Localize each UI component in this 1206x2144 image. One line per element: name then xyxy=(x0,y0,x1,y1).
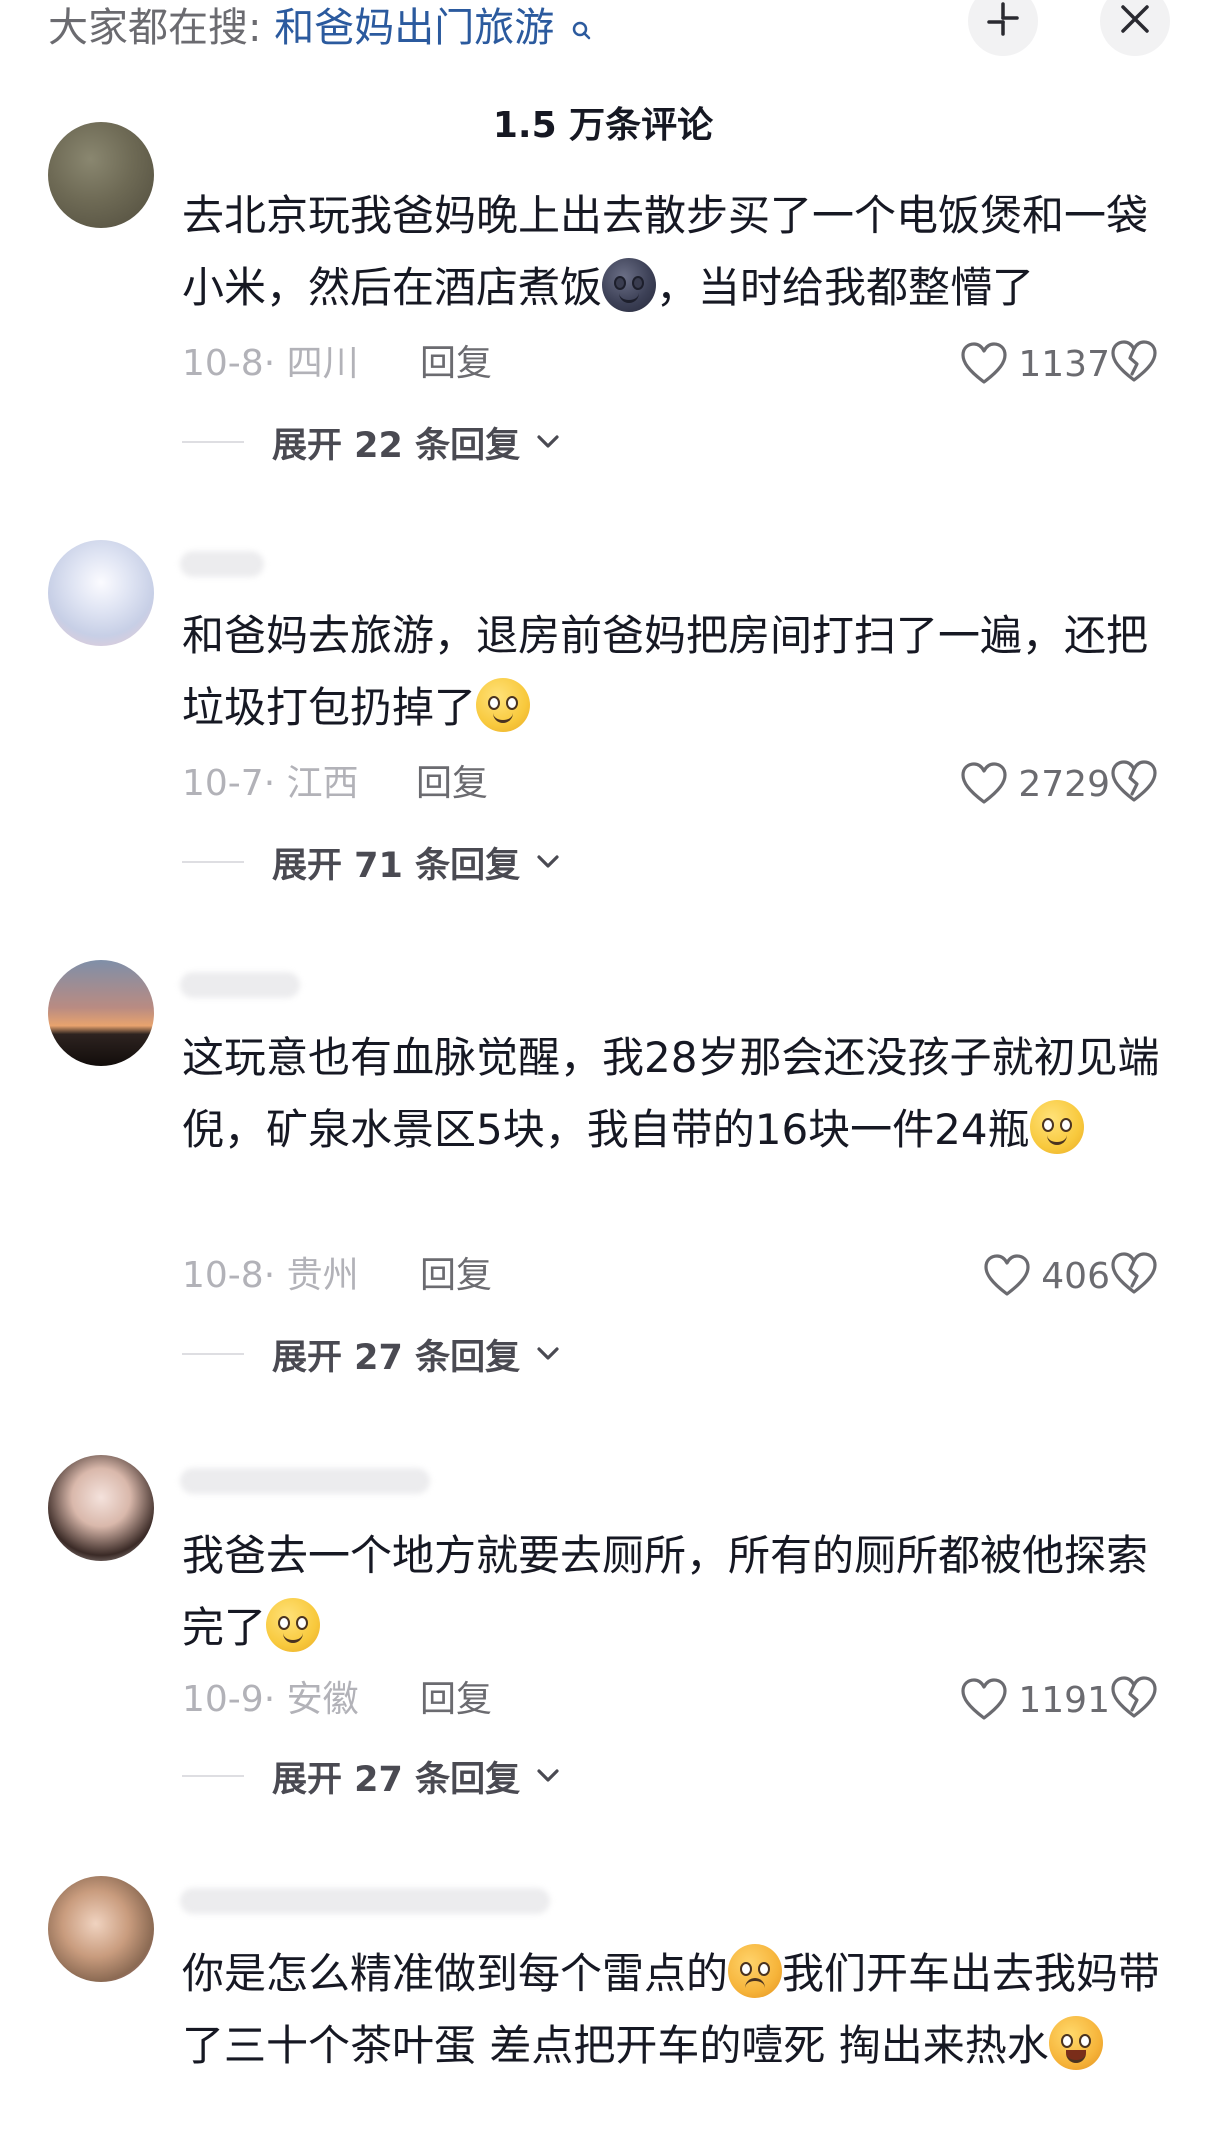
search-suggestion-term[interactable]: 和爸妈出门旅游 xyxy=(274,5,554,51)
like-button[interactable]: 1191 xyxy=(960,1672,1110,1728)
broken-heart-icon xyxy=(1110,1252,1158,1300)
search-suggestion-prefix: 大家都在搜: xyxy=(48,5,262,51)
comment-location: · 安徽 xyxy=(263,1679,359,1720)
avatar[interactable] xyxy=(48,540,154,646)
thinking-face-emoji xyxy=(476,678,531,732)
comment-location: · 贵州 xyxy=(263,1255,359,1296)
expand-divider xyxy=(182,1353,244,1355)
username[interactable] xyxy=(180,972,300,998)
like-button[interactable]: 406 xyxy=(983,1248,1110,1304)
expand-divider xyxy=(182,441,244,443)
expand-replies-label: 展开 71 条回复 xyxy=(272,845,521,886)
dislike-button[interactable] xyxy=(1110,1248,1160,1304)
expand-replies-label: 展开 27 条回复 xyxy=(272,1759,521,1800)
heart-icon xyxy=(960,761,1010,807)
like-count: 1137 xyxy=(1018,343,1110,385)
comment-meta: 10-8· 四川 xyxy=(182,336,359,392)
expand-replies-label: 展开 22 条回复 xyxy=(272,425,521,466)
broken-heart-icon xyxy=(1110,340,1158,388)
like-count: 1191 xyxy=(1018,1679,1110,1721)
like-count: 2729 xyxy=(1018,763,1110,805)
heart-icon xyxy=(960,1677,1010,1723)
comment-meta: 10-8· 贵州 xyxy=(182,1248,359,1304)
expand-replies-button[interactable]: 展开 27 条回复 xyxy=(182,1326,560,1382)
like-button[interactable]: 2729 xyxy=(960,756,1110,812)
broken-heart-icon xyxy=(1110,1676,1158,1724)
like-button[interactable]: 1137 xyxy=(960,336,1110,392)
like-count: 406 xyxy=(1041,1255,1110,1297)
dislike-button[interactable] xyxy=(1110,336,1160,392)
chevron-down-icon xyxy=(536,1346,560,1362)
reply-button[interactable]: 回复 xyxy=(416,756,488,812)
comment-date: 10-9 xyxy=(182,1679,264,1720)
search-icon xyxy=(571,0,591,56)
avatar[interactable] xyxy=(48,122,154,228)
expand-divider xyxy=(182,1775,244,1777)
comment-location: · 江西 xyxy=(263,763,359,804)
laughing-tears-emoji xyxy=(1048,2016,1103,2070)
broken-heart-icon xyxy=(1110,760,1158,808)
comment-text: 和爸妈去旅游，退房前爸妈把房间打扫了一遍，还把垃圾打包扔掉了 xyxy=(182,611,1149,732)
avatar[interactable] xyxy=(48,1455,154,1561)
top-bar: 大家都在搜: 和爸妈出门旅游 xyxy=(0,0,1206,72)
expand-replies-label: 展开 27 条回复 xyxy=(272,1337,521,1378)
comment-meta: 10-9· 安徽 xyxy=(182,1672,359,1728)
heart-icon xyxy=(983,1253,1033,1299)
collapse-button[interactable] xyxy=(968,0,1038,56)
comment-location: · 四川 xyxy=(263,343,359,384)
expand-replies-button[interactable]: 展开 71 条回复 xyxy=(182,834,560,890)
username[interactable] xyxy=(180,551,264,577)
reply-button[interactable]: 回复 xyxy=(420,336,492,392)
chevron-down-icon xyxy=(536,434,560,450)
comment-text: 你是怎么精准做到每个雷点的 我们开车出去我妈带了三十个茶叶蛋 差点把开车的噎死 掏… xyxy=(182,1938,1162,2082)
expand-replies-button[interactable]: 展开 27 条回复 xyxy=(182,1748,560,1804)
expand-divider xyxy=(182,861,244,863)
smile-face-emoji xyxy=(1029,1100,1084,1154)
search-suggestion[interactable]: 大家都在搜: 和爸妈出门旅游 xyxy=(48,0,591,56)
username[interactable] xyxy=(180,1468,430,1494)
frowning-face-emoji xyxy=(728,1944,783,1998)
comment-text: 去北京玩我爸妈晚上出去散步买了一个电饭煲和一袋小米，然后在酒店煮饭 ，当时给我都整… xyxy=(182,191,1149,312)
smile-face-emoji xyxy=(266,1598,321,1652)
close-button[interactable] xyxy=(1100,0,1170,56)
comment-date: 10-8 xyxy=(182,343,264,384)
reply-button[interactable]: 回复 xyxy=(420,1672,492,1728)
comment-date: 10-7 xyxy=(182,763,264,804)
new-moon-face-emoji xyxy=(602,258,657,312)
chevron-down-icon xyxy=(536,1768,560,1784)
comment-date: 10-8 xyxy=(182,1255,264,1296)
comment-count-title: 1.5 万条评论 xyxy=(492,105,714,146)
close-icon xyxy=(1118,2,1152,40)
comment-text: 这玩意也有血脉觉醒，我28岁那会还没孩子就初见端倪，矿泉水景区5块，我自带的16… xyxy=(182,1033,1160,1154)
chevron-down-icon xyxy=(536,854,560,870)
avatar[interactable] xyxy=(48,960,154,1066)
dislike-button[interactable] xyxy=(1110,1672,1160,1728)
collapse-icon xyxy=(984,0,1022,42)
heart-icon xyxy=(960,341,1010,387)
dislike-button[interactable] xyxy=(1110,756,1160,812)
comment-text: 我爸去一个地方就要去厕所，所有的厕所都被他探索完了 xyxy=(182,1531,1149,1652)
comment-meta: 10-7· 江西 xyxy=(182,756,359,812)
username[interactable] xyxy=(180,1888,550,1914)
reply-button[interactable]: 回复 xyxy=(420,1248,492,1304)
expand-replies-button[interactable]: 展开 22 条回复 xyxy=(182,414,560,470)
avatar[interactable] xyxy=(48,1876,154,1982)
